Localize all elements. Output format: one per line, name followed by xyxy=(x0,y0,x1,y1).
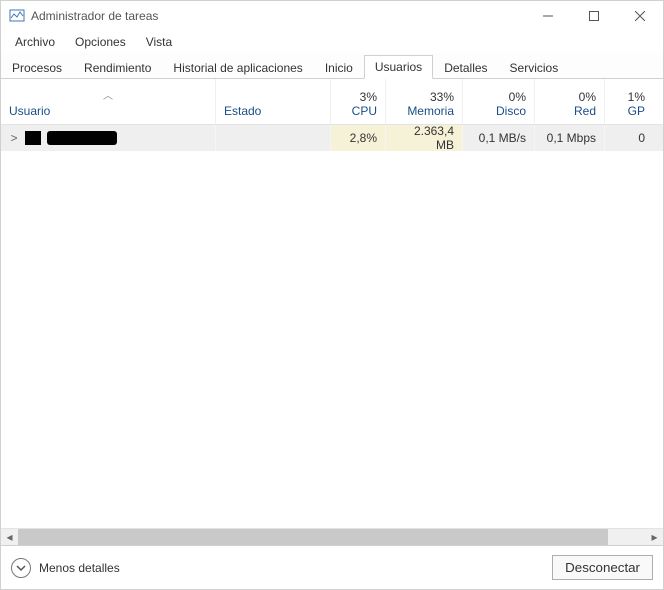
horizontal-scrollbar[interactable]: ◂ ▸ xyxy=(1,528,663,545)
task-manager-window: Administrador de tareas Archivo Opciones… xyxy=(0,0,664,590)
column-label-cpu: CPU xyxy=(339,104,377,118)
scroll-thumb[interactable] xyxy=(18,529,608,545)
column-header-network[interactable]: 0% Red xyxy=(535,79,605,124)
tab-app-history[interactable]: Historial de aplicaciones xyxy=(162,56,313,79)
expand-icon[interactable]: > xyxy=(9,131,19,145)
tab-processes[interactable]: Procesos xyxy=(1,56,73,79)
tab-details[interactable]: Detalles xyxy=(433,56,498,79)
column-header-disk[interactable]: 0% Disco xyxy=(463,79,535,124)
window-title: Administrador de tareas xyxy=(31,9,158,23)
column-label-disk: Disco xyxy=(471,104,526,118)
user-icon xyxy=(25,131,41,145)
column-label-user: Usuario xyxy=(9,104,207,118)
maximize-button[interactable] xyxy=(571,1,617,31)
sort-indicator-icon: ︿ xyxy=(9,87,207,102)
minimize-button[interactable] xyxy=(525,1,571,31)
disconnect-button[interactable]: Desconectar xyxy=(552,555,653,580)
cell-gpu: 0 xyxy=(605,125,653,151)
cell-disk: 0,1 MB/s xyxy=(463,125,535,151)
grid-header: ︿ Usuario Estado 3% CPU 33% Memoria 0% D… xyxy=(1,79,663,125)
tab-startup[interactable]: Inicio xyxy=(314,56,364,79)
column-label-gpu: GP xyxy=(613,104,645,118)
scroll-left-icon[interactable]: ◂ xyxy=(1,529,18,545)
window-controls xyxy=(525,1,663,31)
column-label-memory: Memoria xyxy=(394,104,454,118)
menu-options[interactable]: Opciones xyxy=(67,33,134,51)
app-icon xyxy=(9,8,25,24)
column-pct-memory: 33% xyxy=(394,90,454,104)
scroll-right-icon[interactable]: ▸ xyxy=(646,529,663,545)
column-pct-disk: 0% xyxy=(471,90,526,104)
grid-body: > 2,8% 2.363,4 MB 0,1 MB/s 0,1 Mbps 0 xyxy=(1,125,663,528)
column-pct-cpu: 3% xyxy=(339,90,377,104)
menu-view[interactable]: Vista xyxy=(138,33,180,51)
column-label-network: Red xyxy=(543,104,596,118)
footer: Menos detalles Desconectar xyxy=(1,545,663,589)
scroll-track[interactable] xyxy=(18,529,646,545)
cell-user: > xyxy=(1,125,216,151)
fewer-details-icon[interactable] xyxy=(11,558,31,578)
cell-cpu: 2,8% xyxy=(331,125,386,151)
fewer-details-label[interactable]: Menos detalles xyxy=(39,561,120,575)
cell-status xyxy=(216,125,331,151)
titlebar[interactable]: Administrador de tareas xyxy=(1,1,663,31)
column-header-status[interactable]: Estado xyxy=(216,79,331,124)
column-header-memory[interactable]: 33% Memoria xyxy=(386,79,463,124)
close-button[interactable] xyxy=(617,1,663,31)
tab-users[interactable]: Usuarios xyxy=(364,55,433,79)
tab-services[interactable]: Servicios xyxy=(499,56,570,79)
column-header-gpu[interactable]: 1% GP xyxy=(605,79,653,124)
cell-memory: 2.363,4 MB xyxy=(386,125,463,151)
column-header-user[interactable]: ︿ Usuario xyxy=(1,79,216,124)
column-header-cpu[interactable]: 3% CPU xyxy=(331,79,386,124)
username-redacted xyxy=(47,131,117,145)
tab-performance[interactable]: Rendimiento xyxy=(73,56,162,79)
column-pct-gpu: 1% xyxy=(613,90,645,104)
tabbar: Procesos Rendimiento Historial de aplica… xyxy=(1,53,663,79)
cell-network: 0,1 Mbps xyxy=(535,125,605,151)
menubar: Archivo Opciones Vista xyxy=(1,31,663,53)
user-row[interactable]: > 2,8% 2.363,4 MB 0,1 MB/s 0,1 Mbps 0 xyxy=(1,125,663,151)
window-title-group: Administrador de tareas xyxy=(9,8,158,24)
column-label-status: Estado xyxy=(224,104,322,118)
column-pct-network: 0% xyxy=(543,90,596,104)
content-area: ︿ Usuario Estado 3% CPU 33% Memoria 0% D… xyxy=(1,79,663,545)
menu-file[interactable]: Archivo xyxy=(7,33,63,51)
